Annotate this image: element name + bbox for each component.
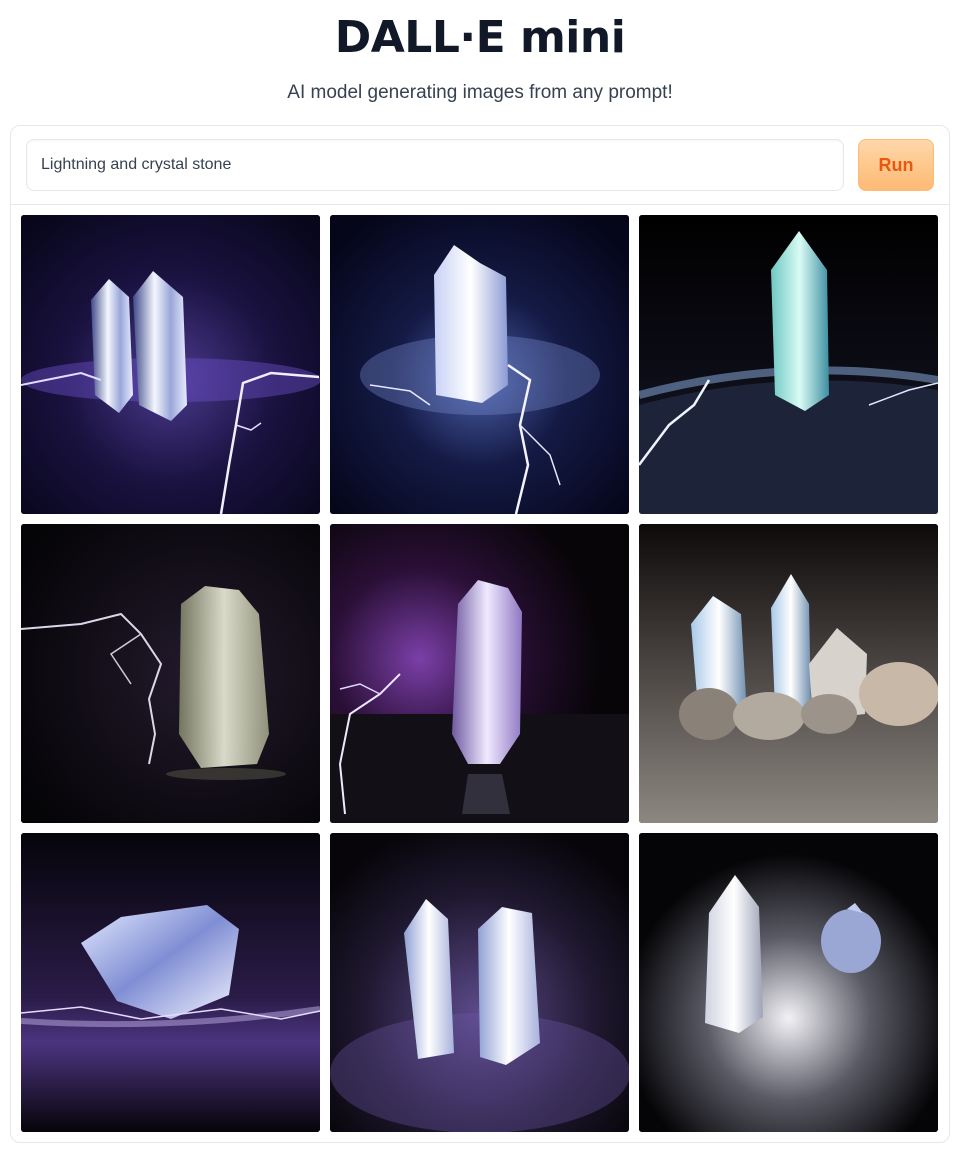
- generated-image-2[interactable]: [330, 215, 629, 514]
- generated-image-5[interactable]: [330, 524, 629, 823]
- page-title: DALL·E mini: [334, 12, 626, 63]
- run-button[interactable]: Run: [858, 139, 934, 191]
- page-subtitle: AI model generating images from any prom…: [287, 82, 673, 103]
- generated-image-7[interactable]: [21, 833, 320, 1132]
- generated-image-8[interactable]: [330, 833, 629, 1132]
- generated-image-1[interactable]: [21, 215, 320, 514]
- generated-image-9[interactable]: [639, 833, 938, 1132]
- prompt-input[interactable]: [26, 139, 844, 191]
- generator-panel: Run: [10, 125, 950, 1143]
- prompt-row: Run: [11, 126, 949, 205]
- generated-image-4[interactable]: [21, 524, 320, 823]
- generated-image-6[interactable]: [639, 524, 938, 823]
- image-gallery: [21, 215, 939, 1133]
- generated-image-3[interactable]: [639, 215, 938, 514]
